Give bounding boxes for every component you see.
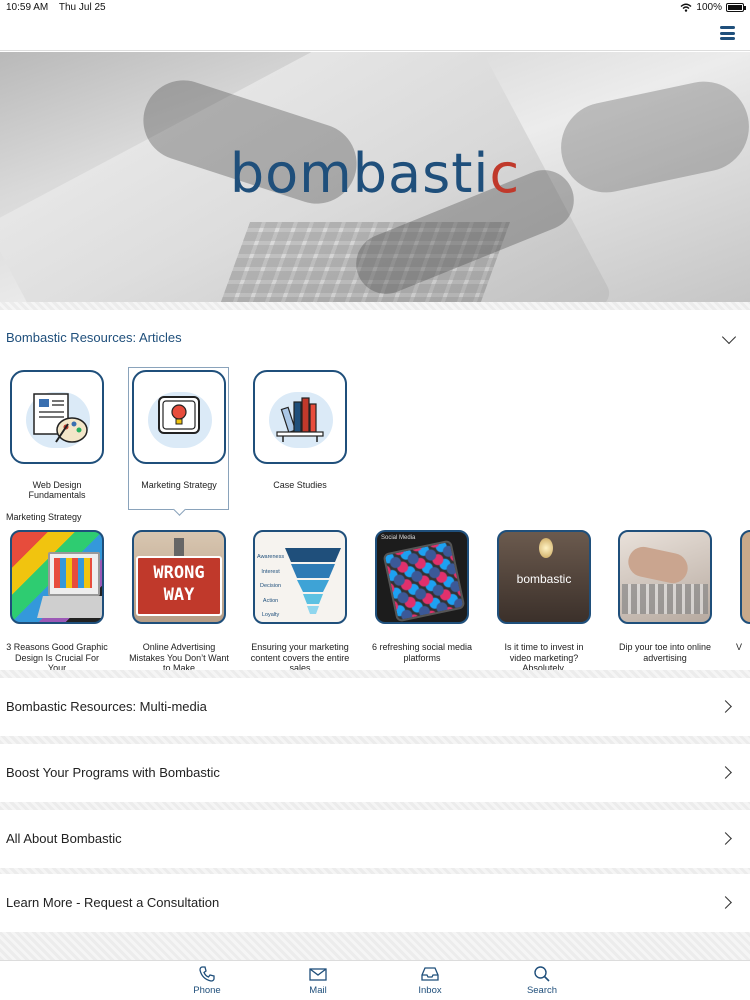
article-item[interactable]: Social Media 6 refreshing social media p… [367, 530, 477, 670]
row-about[interactable]: All About Bombastic [0, 810, 750, 868]
tab-label: Mail [309, 985, 327, 996]
article-title: Dip your toe into online advertising [618, 642, 712, 663]
category-label: Case Studies [273, 480, 327, 490]
chevron-right-icon [719, 700, 732, 713]
article-item[interactable]: Awareness Interest Decision Action Loyal… [245, 530, 355, 670]
funnel-stage-label: Awareness [257, 554, 285, 560]
hero-banner: bombastic [0, 52, 750, 302]
row-multimedia[interactable]: Bombastic Resources: Multi-media [0, 678, 750, 736]
article-title: Is it time to invest in video marketing?… [504, 642, 584, 670]
tab-bar: Phone Mail Inbox Search [0, 960, 750, 1000]
status-left: 10:59 AM Thu Jul 25 [6, 2, 114, 13]
design-tools-icon [10, 370, 104, 464]
tab-search[interactable]: Search [502, 964, 582, 996]
chevron-right-icon [719, 896, 732, 909]
article-thumbnail [740, 530, 750, 624]
battery-icon [726, 3, 746, 12]
funnel-stage-label: Decision [260, 583, 282, 589]
row-label: All About Bombastic [6, 831, 122, 846]
tab-inbox[interactable]: Inbox [390, 964, 470, 996]
chevron-right-icon [719, 766, 732, 779]
wifi-icon [680, 3, 692, 12]
article-thumbnail: Awareness Interest Decision Action Loyal… [253, 530, 347, 624]
thumbnail-caption: bombastic [516, 572, 572, 586]
thumbnail-caption: Social Media [381, 535, 416, 541]
app-header [0, 16, 750, 51]
chevron-right-icon [719, 832, 732, 845]
funnel-stage-label: Interest [261, 568, 280, 575]
tab-label: Inbox [418, 985, 442, 996]
article-title: Ensuring your marketing content covers t… [250, 642, 350, 670]
selected-category-label: Marketing Strategy [6, 512, 82, 522]
funnel-stage-label: Loyalty [261, 612, 280, 618]
inbox-icon [421, 967, 439, 981]
bombastic-logo: bombastic [229, 142, 521, 205]
chevron-down-icon[interactable] [721, 329, 737, 345]
article-thumbnail: WRONG WAY [132, 530, 226, 624]
status-date: Thu Jul 25 [58, 2, 106, 13]
divider [0, 670, 750, 678]
wrong-way-sign-text: WRONG WAY [153, 563, 205, 605]
articles-section-title[interactable]: Bombastic Resources: Articles [6, 330, 182, 345]
category-web-design[interactable]: Web Design Fundamentals [9, 370, 105, 500]
tab-label: Search [526, 985, 558, 996]
tab-phone[interactable]: Phone [167, 964, 247, 996]
tab-label: Phone [193, 985, 221, 996]
article-item[interactable]: Dip your toe into online advertising [610, 530, 720, 670]
lightbulb-icon [132, 370, 226, 464]
battery-fill [728, 5, 742, 10]
status-time: 10:59 AM [6, 2, 49, 13]
article-thumbnail: bombastic [497, 530, 591, 624]
category-marketing-strategy[interactable]: Marketing Strategy [131, 370, 227, 490]
divider [0, 802, 750, 810]
mail-icon [309, 968, 327, 981]
row-label: Bombastic Resources: Multi-media [6, 699, 207, 714]
row-boost-programs[interactable]: Boost Your Programs with Bombastic [0, 744, 750, 802]
phone-icon [199, 966, 215, 982]
tab-mail[interactable]: Mail [278, 964, 358, 996]
hamburger-menu-icon[interactable] [720, 26, 735, 40]
article-item[interactable]: WRONG WAY Online Advertising Mistakes Yo… [124, 530, 234, 670]
article-thumbnail: Social Media [375, 530, 469, 624]
search-icon [534, 966, 550, 982]
bookshelf-icon [253, 370, 347, 464]
articles-section: Bombastic Resources: Articles Web Design… [0, 310, 750, 670]
background-fill [0, 932, 750, 960]
article-title: Online Advertising Mistakes You Don’t Wa… [129, 642, 229, 670]
divider [0, 736, 750, 744]
battery-percent: 100% [696, 2, 722, 13]
category-label: Web Design Fundamentals [28, 480, 86, 500]
article-title: 6 refreshing social media platforms [371, 642, 473, 663]
status-right: 100% [680, 2, 746, 13]
row-consultation[interactable]: Learn More - Request a Consultation [0, 874, 750, 932]
article-item[interactable]: V [732, 530, 750, 670]
category-label: Marketing Strategy [141, 480, 217, 490]
article-title: 3 Reasons Good Graphic Design Is Crucial… [6, 642, 108, 670]
row-label: Learn More - Request a Consultation [6, 895, 220, 910]
article-item[interactable]: bombastic Is it time to invest in video … [489, 530, 599, 670]
article-thumbnail [618, 530, 712, 624]
article-thumbnail [10, 530, 104, 624]
status-bar: 10:59 AM Thu Jul 25 100% [0, 0, 750, 16]
article-title: V [736, 642, 743, 652]
category-case-studies[interactable]: Case Studies [252, 370, 348, 490]
funnel-stage-label: Action [262, 597, 279, 604]
row-label: Boost Your Programs with Bombastic [6, 765, 220, 780]
article-item[interactable]: 3 Reasons Good Graphic Design Is Crucial… [2, 530, 112, 670]
divider [0, 302, 750, 310]
